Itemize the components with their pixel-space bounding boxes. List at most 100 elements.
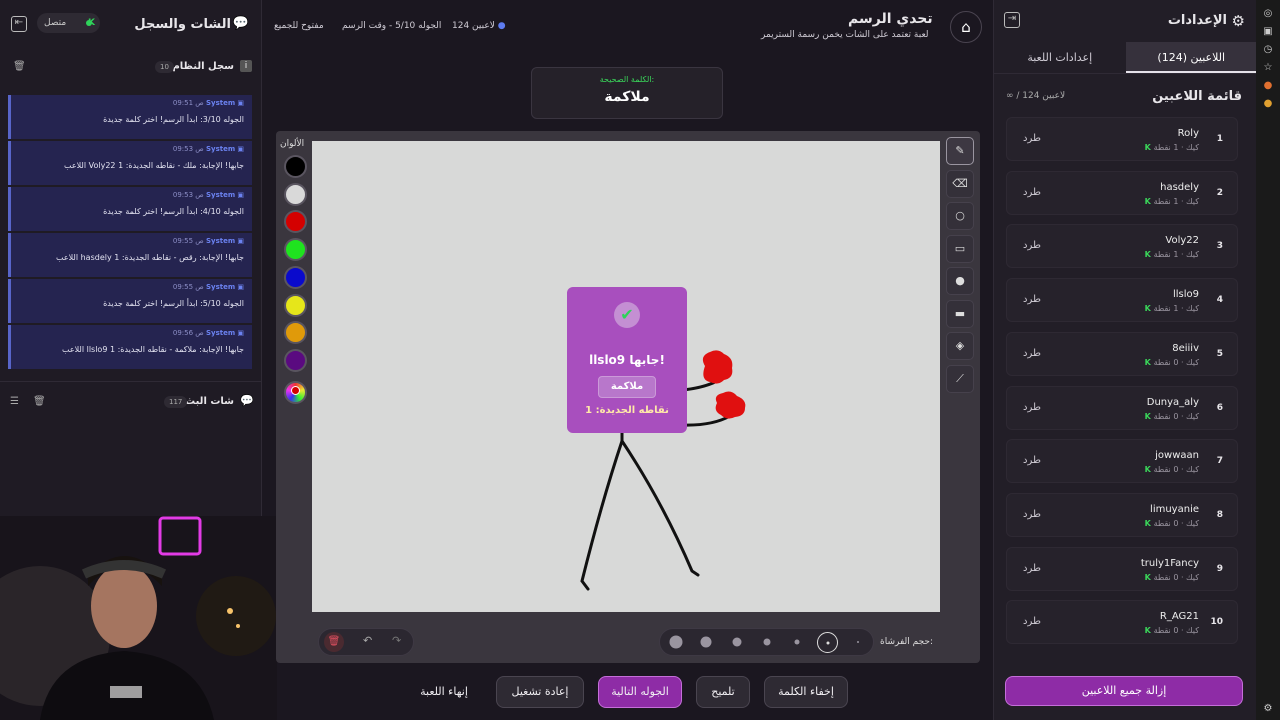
clear-chat-trash-icon[interactable]: 🗑: [33, 396, 46, 407]
player-platform-points: كيك · 1 نقطة: [1153, 143, 1199, 152]
player-row: 1 Roly K كيك · 1 نقطة طرد: [1006, 117, 1238, 161]
rectangle-tool-button[interactable]: ▭: [946, 235, 974, 263]
color-swatch[interactable]: [284, 293, 307, 317]
log-time: 09:51 ص: [172, 99, 204, 107]
kick-player-button[interactable]: طرد: [1023, 455, 1041, 466]
player-name: Voly22: [1165, 235, 1199, 247]
kick-player-button[interactable]: طرد: [1023, 509, 1041, 520]
remove-all-players-button[interactable]: إزالة جميع اللاعبين: [1005, 676, 1243, 706]
line-tool-button[interactable]: ⟋: [946, 365, 974, 393]
log-message-meta: 09:53 ص System ▣: [173, 191, 244, 199]
star-icon[interactable]: ☆: [1262, 62, 1274, 74]
openai-icon[interactable]: ◎: [1262, 8, 1274, 20]
next-round-button[interactable]: الجوله التالية: [598, 676, 682, 708]
system-log-header: i سجل النظام 10 🗑: [0, 57, 262, 79]
fill-bucket-tool-button[interactable]: ◈: [946, 332, 974, 360]
player-row: 3 Voly22 K كيك · 1 نقطة طرد: [1006, 224, 1238, 269]
settings-panel: ⚙ الإعدادات ⇥ إعدادات اللعبة اللاعبين (1…: [993, 0, 1257, 720]
kick-player-button[interactable]: طرد: [1023, 348, 1041, 359]
player-row: 4 llslo9 K كيك · 1 نقطة طرد: [1006, 278, 1238, 323]
player-name: llslo9: [1172, 289, 1199, 301]
chat-bubble-icon: ▣: [237, 191, 244, 199]
extension-icon[interactable]: ●: [1262, 98, 1274, 110]
player-name: jowwaan: [1155, 450, 1199, 462]
brush-size-s-option[interactable]: [794, 639, 800, 645]
brush-size-ml-option[interactable]: [732, 637, 742, 647]
tab-players[interactable]: اللاعبين (124): [1125, 42, 1257, 73]
redo-icon[interactable]: ↷: [392, 634, 401, 647]
clear-canvas-trash-icon[interactable]: 🗑: [324, 632, 344, 652]
canvas-controls: 🗑 ↶ ↷: [318, 628, 414, 656]
brush-size-xl-option[interactable]: [669, 635, 683, 649]
kick-player-button[interactable]: طرد: [1023, 616, 1041, 627]
player-name: limuyanie: [1150, 503, 1199, 515]
chat-menu-icon[interactable]: ☰: [10, 396, 19, 407]
collapse-panel-icon[interactable]: ⇤: [11, 16, 27, 32]
tab-game-settings[interactable]: إعدادات اللعبة: [994, 42, 1126, 73]
log-text: الجوله 3/10: ابدأ الرسم! اختر كلمة جديدة: [103, 115, 244, 124]
selected-color-dot: [291, 386, 300, 395]
log-time: 09:53 ص: [172, 145, 204, 153]
hide-word-button[interactable]: إخفاء الكلمة: [764, 676, 848, 708]
fill-bucket-icon: ◈: [955, 339, 965, 352]
undo-icon[interactable]: ↶: [363, 634, 372, 647]
filled-circle-tool-button[interactable]: ●: [946, 267, 974, 295]
restart-button[interactable]: إعادة تشغيل: [496, 676, 584, 708]
settings-title: الإعدادات: [1167, 13, 1227, 28]
kick-player-button[interactable]: طرد: [1023, 133, 1041, 144]
round-info: الجوله 5/10 - وقت الرسم: [342, 21, 442, 31]
gear-icon: ⚙: [1231, 12, 1245, 30]
kick-player-button[interactable]: طرد: [1023, 402, 1041, 413]
log-text: الجوله 4/10: ابدأ الرسم! اختر كلمة جديدة: [103, 207, 244, 216]
correct-word-box: الكلمة الصحيحة: ملاكمة: [531, 67, 723, 119]
kick-player-button[interactable]: طرد: [1023, 563, 1041, 574]
custom-color-swatch[interactable]: [284, 381, 307, 404]
player-row: 9 truly1Fancy K كيك · 0 نقطة طرد: [1006, 546, 1238, 591]
game-mode: مفتوح للجميع: [274, 21, 324, 31]
pen-tool-button[interactable]: ✎: [946, 137, 974, 165]
brush-size-l-option[interactable]: [700, 636, 712, 648]
log-message: 09:55 ص System ▣ الجوله 5/10: ابدأ الرسم!…: [8, 279, 252, 323]
clear-log-trash-icon[interactable]: 🗑: [13, 61, 26, 72]
system-log-title: سجل النظام: [172, 61, 234, 72]
player-name: Dunya_aly: [1146, 396, 1199, 408]
player-meta: K كيك · 0 نقطة: [1145, 412, 1199, 421]
player-row: 5 8eiiiv K كيك · 0 نقطة طرد: [1006, 331, 1238, 376]
brush-size-xxs-option[interactable]: [857, 641, 859, 643]
home-button[interactable]: ⌂: [950, 11, 982, 43]
chat-bubble-icon: ▣: [237, 145, 244, 153]
color-swatch[interactable]: [284, 155, 307, 178]
extension-icon[interactable]: ●: [1262, 80, 1274, 92]
filled-rectangle-tool-button[interactable]: ▬: [946, 300, 974, 328]
filled-rectangle-icon: ▬: [954, 307, 966, 320]
chat-panel-title: الشات والسجل: [134, 17, 231, 32]
computer-icon[interactable]: ▣: [1262, 26, 1274, 38]
circle-tool-button[interactable]: ○: [946, 202, 974, 230]
player-index: 7: [1216, 456, 1223, 467]
player-index: 8: [1216, 509, 1223, 520]
player-index: 5: [1216, 348, 1223, 359]
color-swatch[interactable]: [284, 182, 307, 206]
info-icon: i: [240, 60, 252, 72]
log-text: اللاعب Voly22 جابها! الإجابة: ملك - نقاط…: [64, 161, 244, 170]
log-sender: System: [205, 99, 236, 107]
kick-logo-icon: K: [1144, 357, 1154, 367]
end-game-button[interactable]: إنهاء اللعبة: [404, 676, 484, 708]
kick-player-button[interactable]: طرد: [1023, 294, 1041, 305]
brush-size-label: حجم الفرشاة:: [880, 637, 934, 647]
hint-button[interactable]: تلميح: [696, 676, 750, 708]
collapse-panel-icon[interactable]: ⇥: [1004, 12, 1020, 28]
kick-logo-icon: K: [1144, 411, 1154, 421]
clock-icon[interactable]: ◷: [1262, 44, 1274, 56]
players-list-count: ∞ / 124 لاعبين: [1006, 91, 1066, 101]
kick-logo-icon: K: [1144, 626, 1154, 636]
color-swatch[interactable]: [284, 348, 307, 372]
color-swatch[interactable]: [284, 238, 307, 262]
kick-player-button[interactable]: طرد: [1023, 240, 1041, 251]
settings-gear-icon[interactable]: ⚙: [1262, 703, 1274, 715]
eraser-tool-button[interactable]: ⌫: [946, 170, 974, 198]
kick-player-button[interactable]: طرد: [1023, 187, 1041, 198]
brush-size-m-option[interactable]: [763, 638, 771, 646]
brush-size-selected-ring[interactable]: [817, 632, 838, 653]
color-swatch[interactable]: [284, 265, 307, 289]
